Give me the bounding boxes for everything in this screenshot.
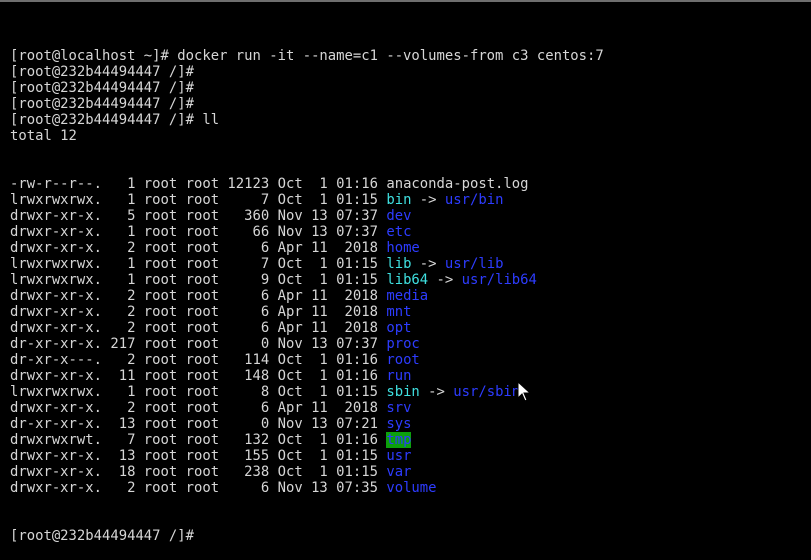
prompt-lines: [root@localhost ~]# docker run -it --nam… (10, 48, 811, 144)
file-meta: drwxr-xr-x. 2 root root 6 Nov 13 07:35 (10, 480, 387, 496)
file-meta: -rw-r--r--. 1 root root 12123 Oct 1 01:1… (10, 176, 387, 192)
listing-row: lrwxrwxrwx. 1 root root 9 Oct 1 01:15 li… (10, 272, 811, 288)
file-meta: dr-xr-x---. 2 root root 114 Oct 1 01:16 (10, 352, 387, 368)
listing-row: drwxr-xr-x. 2 root root 6 Apr 11 2018 mn… (10, 304, 811, 320)
file-meta: drwxr-xr-x. 2 root root 6 Apr 11 2018 (10, 240, 387, 256)
link-target: usr/lib64 (461, 272, 537, 288)
file-meta: dr-xr-xr-x. 13 root root 0 Nov 13 07:21 (10, 416, 387, 432)
listing-row: drwxr-xr-x. 5 root root 360 Nov 13 07:37… (10, 208, 811, 224)
listing-row: drwxr-xr-x. 11 root root 148 Oct 1 01:16… (10, 368, 811, 384)
link-target: usr/bin (444, 192, 504, 208)
listing-row: -rw-r--r--. 1 root root 12123 Oct 1 01:1… (10, 176, 811, 192)
file-name: sys (386, 416, 412, 432)
link-arrow: -> (428, 272, 462, 288)
prompt-line: [root@localhost ~]# docker run -it --nam… (10, 48, 604, 64)
listing-row: dr-xr-xr-x. 217 root root 0 Nov 13 07:37… (10, 336, 811, 352)
listing-row: dr-xr-x---. 2 root root 114 Oct 1 01:16 … (10, 352, 811, 368)
directory-listing: -rw-r--r--. 1 root root 12123 Oct 1 01:1… (10, 176, 811, 496)
file-name: tmp (386, 432, 412, 448)
file-name: home (386, 240, 420, 256)
prompt-line: [root@232b44494447 /]# (10, 96, 194, 112)
file-meta: drwxr-xr-x. 2 root root 6 Apr 11 2018 (10, 320, 387, 336)
file-meta: drwxr-xr-x. 18 root root 238 Oct 1 01:15 (10, 464, 387, 480)
file-name: run (386, 368, 412, 384)
listing-row: lrwxrwxrwx. 1 root root 8 Oct 1 01:15 sb… (10, 384, 811, 400)
file-name: bin (386, 192, 412, 208)
listing-row: drwxr-xr-x. 18 root root 238 Oct 1 01:15… (10, 464, 811, 480)
file-meta: lrwxrwxrwx. 1 root root 7 Oct 1 01:15 (10, 192, 387, 208)
file-name: usr (386, 448, 412, 464)
listing-row: drwxr-xr-x. 1 root root 66 Nov 13 07:37 … (10, 224, 811, 240)
file-meta: lrwxrwxrwx. 1 root root 8 Oct 1 01:15 (10, 384, 387, 400)
listing-row: drwxr-xr-x. 2 root root 6 Nov 13 07:35 v… (10, 480, 811, 496)
file-meta: lrwxrwxrwx. 1 root root 9 Oct 1 01:15 (10, 272, 387, 288)
file-name: sbin (386, 384, 420, 400)
file-name: var (386, 464, 412, 480)
file-meta: drwxr-xr-x. 11 root root 148 Oct 1 01:16 (10, 368, 387, 384)
file-meta: drwxrwxrwt. 7 root root 132 Oct 1 01:16 (10, 432, 387, 448)
prompt-line: total 12 (10, 128, 77, 144)
listing-row: drwxr-xr-x. 2 root root 6 Apr 11 2018 op… (10, 320, 811, 336)
file-name: lib (386, 256, 412, 272)
link-target: usr/sbin (453, 384, 521, 400)
file-name: etc (386, 224, 412, 240)
file-name: root (386, 352, 420, 368)
file-meta: drwxr-xr-x. 2 root root 6 Apr 11 2018 (10, 400, 387, 416)
listing-row: lrwxrwxrwx. 1 root root 7 Oct 1 01:15 bi… (10, 192, 811, 208)
file-name: opt (386, 320, 412, 336)
link-arrow: -> (411, 256, 445, 272)
listing-row: drwxrwxrwt. 7 root root 132 Oct 1 01:16 … (10, 432, 811, 448)
window-top-border (0, 0, 811, 2)
file-name: media (386, 288, 429, 304)
file-meta: drwxr-xr-x. 2 root root 6 Apr 11 2018 (10, 288, 387, 304)
terminal-window[interactable]: [root@localhost ~]# docker run -it --nam… (0, 0, 811, 544)
listing-row: drwxr-xr-x. 2 root root 6 Apr 11 2018 sr… (10, 400, 811, 416)
file-meta: drwxr-xr-x. 13 root root 155 Oct 1 01:15 (10, 448, 387, 464)
file-meta: lrwxrwxrwx. 1 root root 7 Oct 1 01:15 (10, 256, 387, 272)
file-name: volume (386, 480, 437, 496)
file-name: lib64 (386, 272, 429, 288)
mouse-pointer-icon (517, 381, 532, 402)
listing-row: dr-xr-xr-x. 13 root root 0 Nov 13 07:21 … (10, 416, 811, 432)
file-name: srv (386, 400, 412, 416)
prompt-line: [root@232b44494447 /]# (10, 64, 194, 80)
file-meta: drwxr-xr-x. 1 root root 66 Nov 13 07:37 (10, 224, 387, 240)
listing-row: drwxr-xr-x. 13 root root 155 Oct 1 01:15… (10, 448, 811, 464)
link-arrow: -> (419, 384, 454, 400)
file-meta: drwxr-xr-x. 5 root root 360 Nov 13 07:37 (10, 208, 387, 224)
listing-row: lrwxrwxrwx. 1 root root 7 Oct 1 01:15 li… (10, 256, 811, 272)
listing-row: drwxr-xr-x. 2 root root 6 Apr 11 2018 ho… (10, 240, 811, 256)
prompt-line: [root@232b44494447 /]# ll (10, 112, 220, 128)
prompt-line: [root@232b44494447 /]# (10, 80, 194, 96)
file-meta: dr-xr-xr-x. 217 root root 0 Nov 13 07:37 (10, 336, 387, 352)
file-name: proc (386, 336, 420, 352)
link-target: usr/lib (444, 256, 504, 272)
file-name: mnt (386, 304, 412, 320)
final-prompt: [root@232b44494447 /]# (10, 528, 194, 544)
file-name: dev (386, 208, 412, 224)
link-arrow: -> (411, 192, 445, 208)
file-name: anaconda-post.log (386, 176, 529, 192)
file-meta: drwxr-xr-x. 2 root root 6 Apr 11 2018 (10, 304, 387, 320)
listing-row: drwxr-xr-x. 2 root root 6 Apr 11 2018 me… (10, 288, 811, 304)
